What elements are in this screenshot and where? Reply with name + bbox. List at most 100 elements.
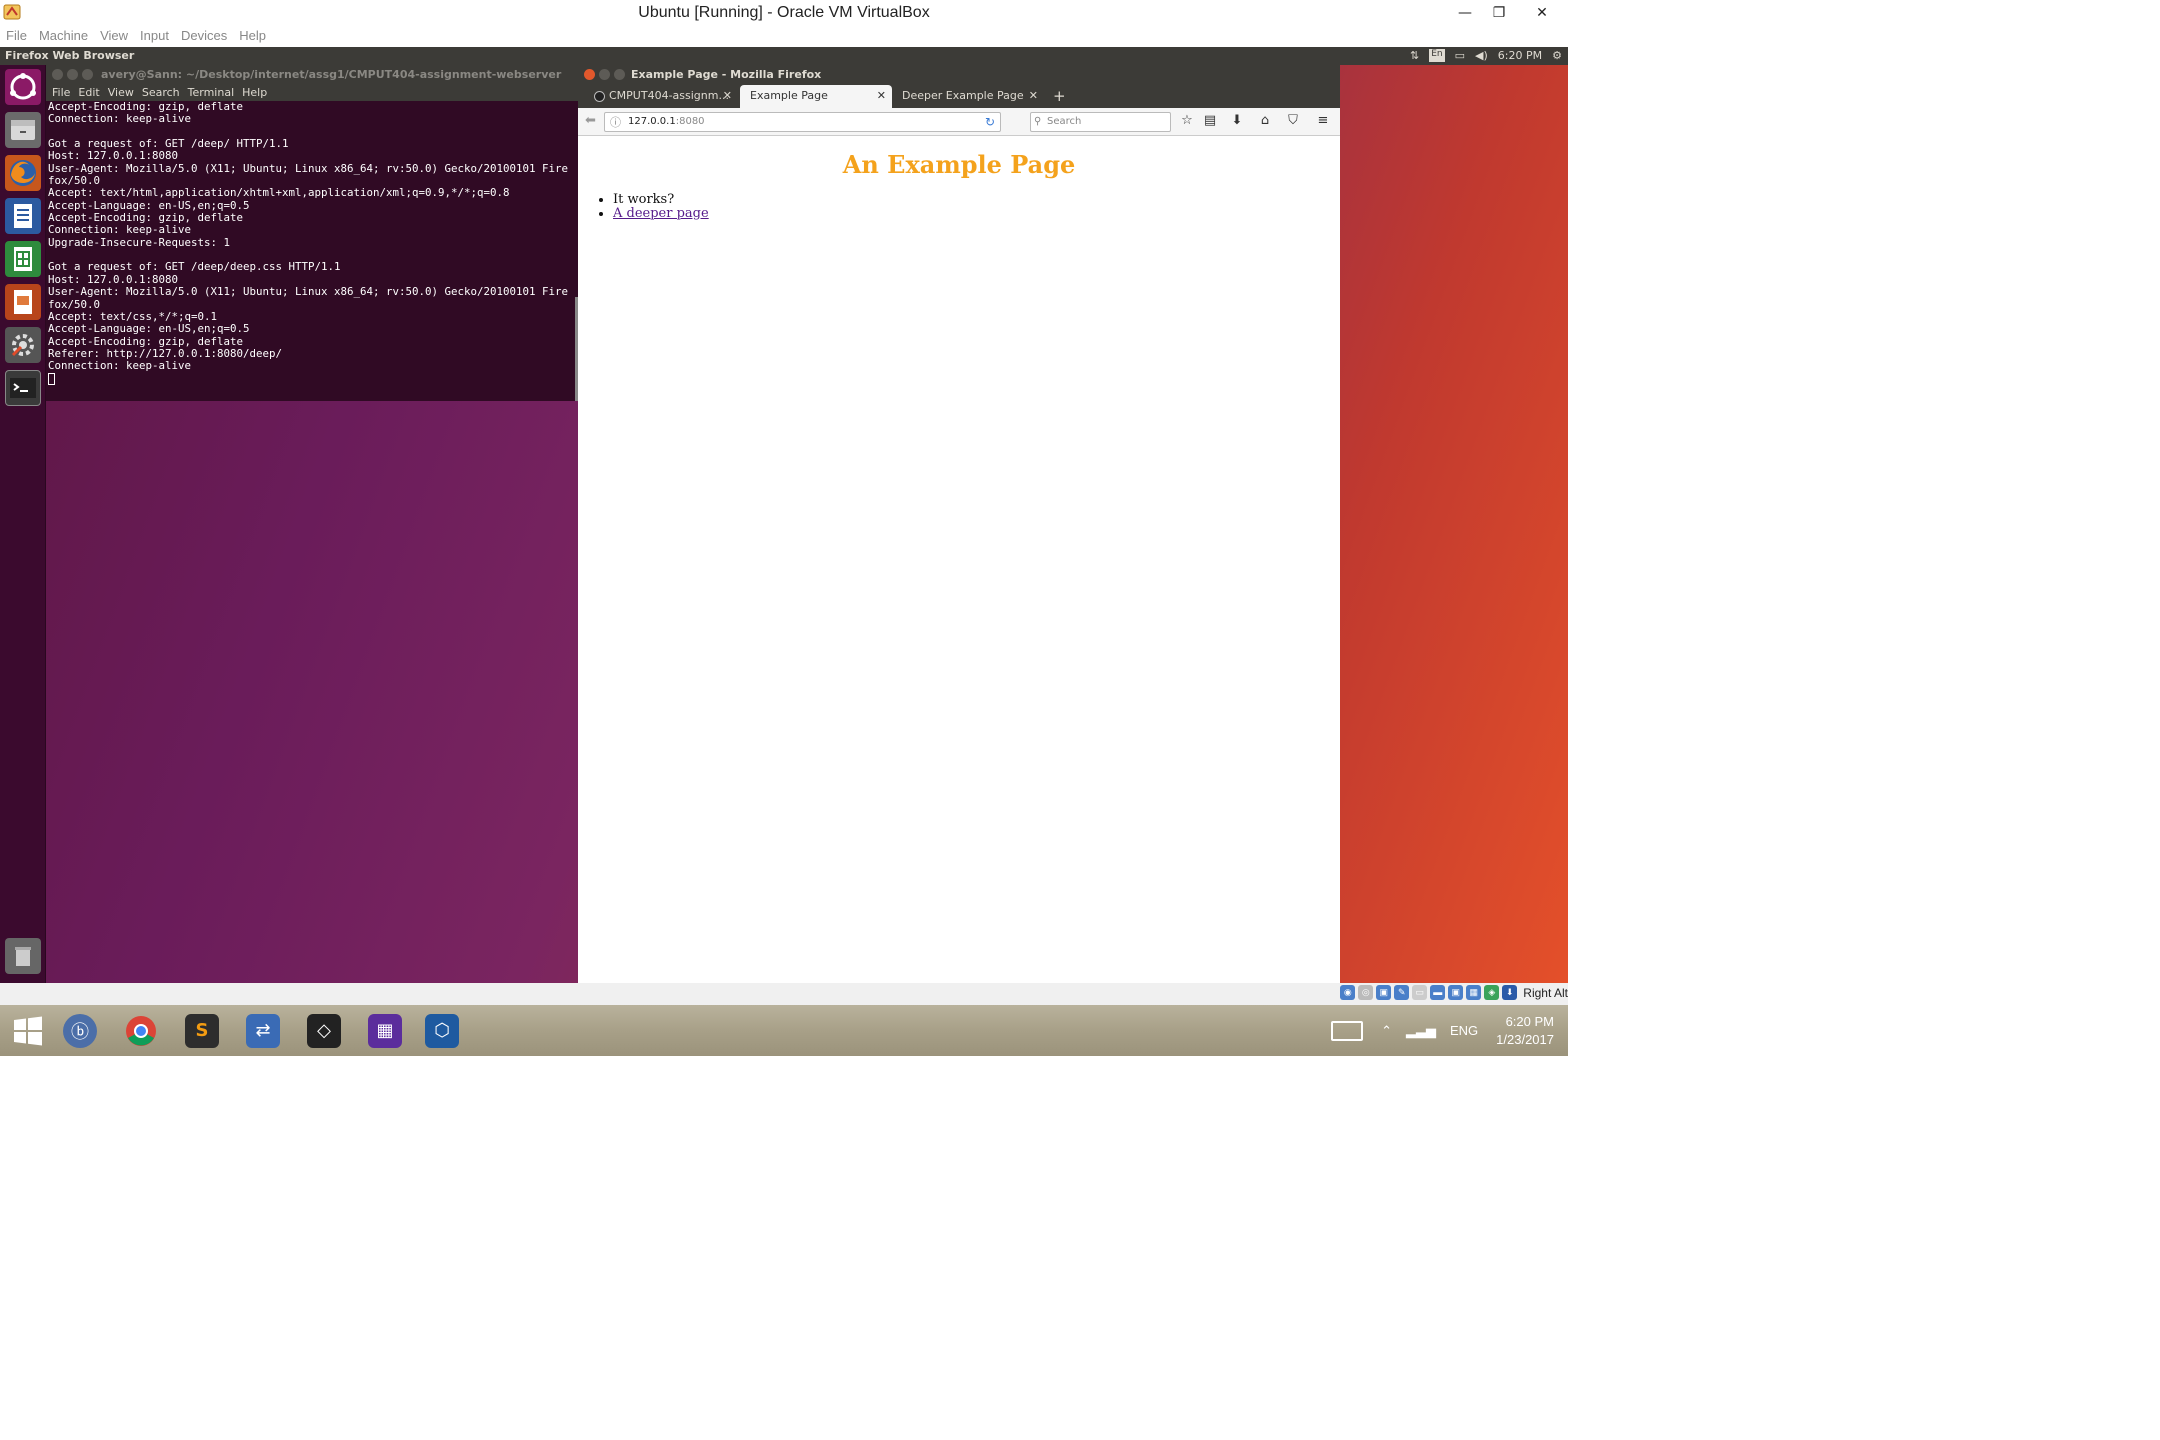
downloads-icon[interactable]: ⬇ [1228, 113, 1246, 128]
reading-list-icon[interactable]: ▤ [1201, 113, 1219, 128]
taskbar-clock[interactable]: 6:20 PM 1/23/2017 [1496, 1013, 1568, 1049]
terminal-menu-view[interactable]: View [108, 86, 134, 99]
terminal-menu-search[interactable]: Search [142, 86, 180, 99]
github-icon [594, 90, 605, 102]
sublime-text-app[interactable]: S [174, 1008, 230, 1053]
terminal-menu-help[interactable]: Help [242, 86, 267, 99]
display-icon[interactable]: ▣ [1448, 985, 1464, 1000]
battery-icon[interactable]: ▭ [1455, 49, 1465, 62]
network-tool-icon: ⇄ [246, 1013, 280, 1048]
terminal-icon[interactable] [5, 370, 41, 406]
mouse-integration-icon[interactable]: ◈ [1484, 985, 1500, 1000]
firefox-title: Example Page - Mozilla Firefox [631, 68, 822, 81]
dash-home-icon[interactable] [5, 69, 41, 105]
terminal-menu-terminal[interactable]: Terminal [188, 86, 235, 99]
ubuntu-top-panel: Firefox Web Browser ⇅ En ▭ ◀) 6:20 PM ⚙ [0, 47, 1568, 65]
impress-icon[interactable] [5, 284, 41, 320]
unity-launcher [0, 65, 46, 983]
menu-file[interactable]: File [0, 26, 33, 43]
search-icon: ⚲ [1034, 116, 1042, 127]
calc-icon[interactable] [5, 241, 41, 277]
terminal-menubar: File Edit View Search Terminal Help [46, 85, 578, 101]
hamburger-menu-icon[interactable]: ≡ [1314, 113, 1332, 128]
search-input[interactable]: ⚲ Search [1030, 112, 1171, 132]
menu-devices[interactable]: Devices [175, 26, 233, 43]
optical-drive-icon[interactable]: ◎ [1358, 985, 1374, 1000]
menu-machine[interactable]: Machine [33, 26, 94, 43]
tab-deeper-example[interactable]: Deeper Example Page ✕ [892, 85, 1044, 108]
chrome-app[interactable] [113, 1008, 169, 1053]
minimize-button[interactable]: — [1448, 0, 1482, 26]
virtualbox-icon: ⬡ [425, 1013, 459, 1048]
audio-icon[interactable]: ▣ [1376, 985, 1392, 1000]
tab-example-page[interactable]: Example Page ✕ [740, 85, 892, 108]
pocket-icon[interactable]: ⛉ [1284, 113, 1302, 128]
new-tab-button[interactable]: + [1046, 85, 1070, 108]
start-button[interactable] [0, 1008, 56, 1053]
terminal-minimize-button[interactable] [67, 69, 78, 80]
system-tray: ⌃ ▂▃▅ ENG 6:20 PM 1/23/2017 [1331, 1005, 1568, 1056]
calendar-icon: ▦ [368, 1013, 402, 1048]
network-icon[interactable]: ⇅ [1410, 49, 1419, 62]
close-tab-icon[interactable]: ✕ [723, 85, 732, 107]
menu-view[interactable]: View [94, 26, 134, 43]
terminal-menu-file[interactable]: File [52, 86, 70, 99]
firefox-window[interactable]: Example Page - Mozilla Firefox CMPUT404-… [578, 65, 1340, 983]
firefox-icon[interactable] [5, 155, 41, 191]
clock[interactable]: 6:20 PM [1498, 49, 1542, 62]
close-tab-icon[interactable]: ✕ [1029, 85, 1038, 107]
virtualbox-statusbar: ◉ ◎ ▣ ✎ ▭ ▬ ▣ ▦ ◈ ⬇ Right Alt [0, 983, 1568, 1005]
ubuntu-indicators: ⇅ En ▭ ◀) 6:20 PM ⚙ [1410, 49, 1562, 62]
terminal-close-button[interactable] [52, 69, 63, 80]
tab-label: Example Page [750, 89, 828, 102]
network-adapter-icon[interactable]: ✎ [1394, 985, 1410, 1000]
harddisk-icon[interactable]: ◉ [1340, 985, 1356, 1000]
files-icon[interactable] [5, 112, 41, 148]
maximize-button[interactable]: ❐ [1482, 0, 1516, 26]
usb-icon[interactable]: ▭ [1412, 985, 1428, 1000]
network-tool-app[interactable]: ⇄ [235, 1008, 291, 1053]
reload-icon[interactable]: ↻ [985, 113, 995, 131]
close-tab-icon[interactable]: ✕ [877, 85, 886, 107]
calendar-app[interactable]: ▦ [357, 1008, 413, 1053]
active-app-title: Firefox Web Browser [5, 49, 135, 62]
bookmark-star-icon[interactable]: ☆ [1178, 113, 1196, 128]
unity-app[interactable]: ◇ [296, 1008, 352, 1053]
chrome-icon [126, 1015, 156, 1046]
terminal-titlebar[interactable]: avery@Sann: ~/Desktop/internet/assg1/CMP… [46, 65, 578, 85]
back-arrow-icon[interactable]: ⬅ [585, 113, 596, 128]
video-capture-icon[interactable]: ▦ [1466, 985, 1482, 1000]
bittorrent-app[interactable]: ⓑ [52, 1008, 108, 1053]
virtualbox-app[interactable]: ⬡ [414, 1008, 470, 1053]
home-icon[interactable]: ⌂ [1256, 113, 1274, 128]
menu-help[interactable]: Help [233, 26, 272, 43]
close-button[interactable]: ✕ [1516, 0, 1568, 26]
menu-input[interactable]: Input [134, 26, 175, 43]
keyboard-icon[interactable] [1331, 1020, 1364, 1041]
keyboard-indicator[interactable]: En [1429, 49, 1445, 62]
writer-icon[interactable] [5, 198, 41, 234]
firefox-maximize-button[interactable] [614, 69, 625, 80]
deeper-page-link[interactable]: A deeper page [613, 206, 709, 221]
shared-folders-icon[interactable]: ▬ [1430, 985, 1446, 1000]
navigation-toolbar: ⬅ ⓘ 127.0.0.1:8080 ↻ ⚲ Search ☆ ▤ ⬇ ⌂ ⛉ … [578, 108, 1340, 136]
language-indicator[interactable]: ENG [1450, 1023, 1478, 1038]
tab-cmput404[interactable]: CMPUT404-assignm... ✕ [584, 85, 738, 108]
firefox-close-button[interactable] [584, 69, 595, 80]
host-key-icon[interactable]: ⬇ [1502, 985, 1518, 1000]
signal-icon[interactable]: ▂▃▅ [1406, 1023, 1436, 1039]
url-bar[interactable]: ⓘ 127.0.0.1:8080 ↻ [604, 112, 1001, 132]
virtualbox-titlebar: Ubuntu [Running] - Oracle VM VirtualBox … [0, 0, 1568, 26]
show-hidden-icons-icon[interactable]: ⌃ [1381, 1023, 1392, 1039]
terminal-window[interactable]: avery@Sann: ~/Desktop/internet/assg1/CMP… [46, 65, 578, 401]
volume-icon[interactable]: ◀) [1475, 49, 1488, 62]
terminal-maximize-button[interactable] [82, 69, 93, 80]
system-settings-icon[interactable] [5, 327, 41, 363]
info-icon[interactable]: ⓘ [610, 114, 621, 132]
firefox-titlebar[interactable]: Example Page - Mozilla Firefox [578, 65, 1340, 85]
gear-icon[interactable]: ⚙ [1552, 49, 1562, 62]
firefox-minimize-button[interactable] [599, 69, 610, 80]
terminal-menu-edit[interactable]: Edit [78, 86, 99, 99]
terminal-output[interactable]: Accept-Encoding: gzip, deflate Connectio… [46, 100, 578, 385]
trash-icon[interactable] [5, 938, 41, 974]
